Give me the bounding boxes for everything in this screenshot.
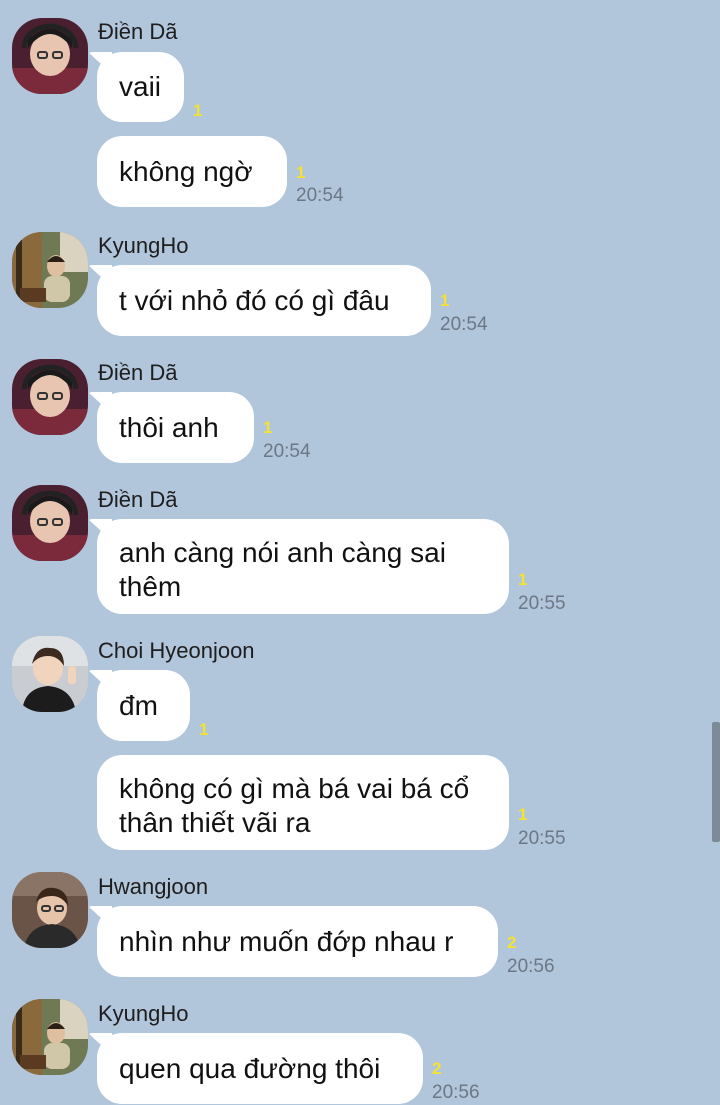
message-bubble[interactable]: không có gì mà bá vai bá cổ thân thiết v… xyxy=(97,755,509,850)
avatar-kyungho[interactable] xyxy=(12,999,88,1075)
message-time: 20:54 xyxy=(263,441,311,462)
scrollbar[interactable] xyxy=(712,722,720,842)
avatar-hwangjoon[interactable] xyxy=(12,872,88,948)
message-text: t với nhỏ đó có gì đâu xyxy=(119,284,390,316)
unread-count: 1 xyxy=(199,720,209,739)
sender-name: Điền Dã xyxy=(98,487,178,512)
message-bubble[interactable]: đm xyxy=(97,670,190,741)
message-text-line: anh càng nói anh càng sai xyxy=(119,537,446,568)
message-text: quen qua đường thôi xyxy=(119,1052,381,1084)
message-text-line: thêm xyxy=(119,571,182,602)
sender-name: Choi Hyeonjoon xyxy=(98,638,255,663)
message-time: 20:56 xyxy=(432,1082,480,1103)
message-time: 20:54 xyxy=(296,185,344,206)
avatar-dien-da[interactable] xyxy=(12,485,88,561)
message-bubble[interactable]: vaii xyxy=(97,52,184,122)
unread-count: 1 xyxy=(440,291,450,310)
avatar-kyungho[interactable] xyxy=(12,232,88,308)
message-time: 20:55 xyxy=(518,593,566,614)
unread-count: 2 xyxy=(507,933,517,952)
message-bubble[interactable]: thôi anh xyxy=(97,392,254,463)
message-bubble[interactable]: anh càng nói anh càng sai thêm xyxy=(97,519,509,614)
message-text: thôi anh xyxy=(119,411,219,443)
message-bubble[interactable]: t với nhỏ đó có gì đâu xyxy=(97,265,431,336)
unread-count: 2 xyxy=(432,1059,442,1078)
message-bubble[interactable]: không ngờ xyxy=(97,136,287,207)
message-bubble[interactable]: quen qua đường thôi xyxy=(97,1033,423,1104)
avatar-choi-hyeonjoon[interactable] xyxy=(12,636,88,712)
sender-name: KyungHo xyxy=(98,233,189,258)
message-time: 20:55 xyxy=(518,828,566,849)
message-text: vaii xyxy=(119,71,162,102)
message-text-line: thân thiết vãi ra xyxy=(119,807,311,838)
message-time: 20:54 xyxy=(440,314,488,335)
sender-name: Hwangjoon xyxy=(98,874,209,899)
unread-count: 1 xyxy=(296,163,306,182)
avatar-dien-da[interactable] xyxy=(12,18,88,94)
message-time: 20:56 xyxy=(507,956,555,977)
chat-screen: Điền Dã vaii 1 không ngờ 1 20:54 KyungHo… xyxy=(0,0,720,1105)
unread-count: 1 xyxy=(263,418,273,437)
message-text: nhìn như muốn đớp nhau r xyxy=(119,925,454,957)
unread-count: 1 xyxy=(193,101,203,120)
sender-name: KyungHo xyxy=(98,1001,189,1026)
message-text: đm xyxy=(119,689,158,721)
message-bubble[interactable]: nhìn như muốn đớp nhau r xyxy=(97,906,498,977)
unread-count: 1 xyxy=(518,805,528,824)
sender-name: Điền Dã xyxy=(98,360,178,385)
unread-count: 1 xyxy=(518,570,528,589)
message-text: không ngờ xyxy=(119,155,253,187)
avatar-dien-da[interactable] xyxy=(12,359,88,435)
sender-name: Điền Dã xyxy=(98,19,178,44)
message-text-line: không có gì mà bá vai bá cổ xyxy=(119,773,470,804)
